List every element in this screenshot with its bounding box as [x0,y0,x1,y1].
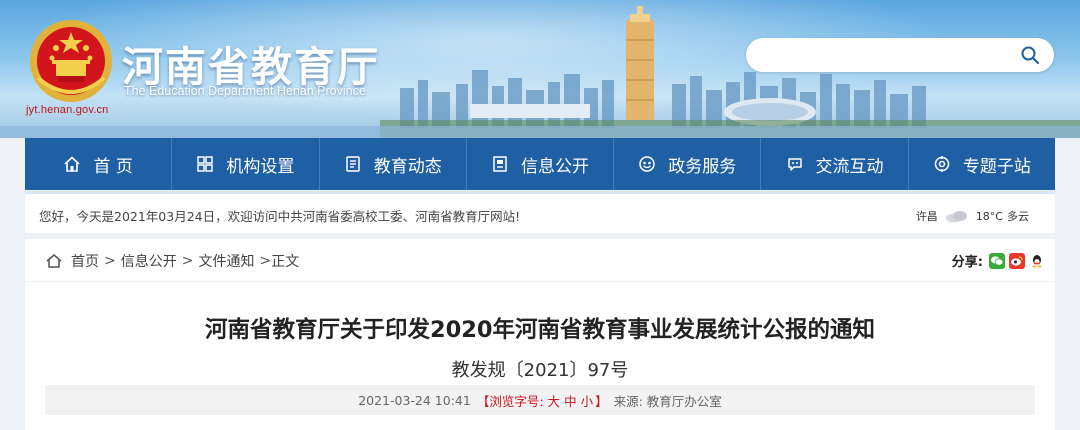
font-size-large-button[interactable]: 大 [548,391,561,410]
share-bar: 分享: [952,251,1045,270]
welcome-text: 您好，今天是2021年03月24日，欢迎访问中共河南省委高校工委、河南省教育厅网… [39,209,521,224]
article-title: 河南省教育厅关于印发2020年河南省教育事业发展统计公报的通知 [204,317,876,343]
search-input[interactable] [762,44,1002,66]
breadcrumb-link-notices[interactable]: 文件通知 [198,251,254,271]
nav-label: 政务服务 [668,156,737,177]
weibo-icon[interactable] [1009,252,1025,269]
nav-label: 信息公开 [520,156,589,177]
weather-temp: 18°C [975,209,1003,223]
breadcrumb-link-info[interactable]: 信息公开 [121,251,177,271]
nav-item-topics[interactable]: 专题子站 [909,138,1055,190]
nav-label: 机构设置 [226,156,295,177]
breadcrumb-current: 正文 [271,254,300,270]
nav-label: 教育动态 [373,156,442,177]
wechat-icon[interactable] [989,252,1005,269]
search-box[interactable] [746,38,1054,72]
main-nav: 首 页 机构设置 教育动态 信息公开 政务服务 交流互动 专题子站 [25,138,1055,190]
nav-label: 专题子站 [962,156,1031,177]
font-size-medium-button[interactable]: 中 [564,391,577,410]
font-size-label: 【浏览字号: [476,393,544,409]
qq-icon[interactable] [1029,252,1045,269]
nav-item-organization[interactable]: 机构设置 [172,138,320,190]
nav-label: 交流互动 [815,156,884,177]
grid-icon [197,156,214,172]
site-subtitle: The Education Department Henan Province [124,84,366,98]
home-icon [46,254,62,268]
header-banner: jyt.henan.gov.cn 河南省教育厅 The Education De… [0,0,1080,138]
site-url: jyt.henan.gov.cn [26,104,109,116]
breadcrumb-separator: > [181,253,194,269]
article-panel: 河南省教育厅关于印发2020年河南省教育事业发展统计公报的通知 教发规〔2021… [25,282,1055,430]
service-icon [639,156,656,172]
publish-date: 2021-03-24 10:41 [358,392,471,408]
nav-item-interaction[interactable]: 交流互动 [761,138,909,190]
home-icon [64,156,80,172]
topic-icon [934,156,950,172]
news-icon [345,156,360,172]
nav-item-news[interactable]: 教育动态 [320,138,467,190]
share-label: 分享: [951,255,983,270]
weather-city: 许昌 [915,210,938,223]
cloud-icon [945,211,967,223]
breadcrumb-link-home[interactable]: 首页 [71,251,99,271]
article-meta-bar: 2021-03-24 10:41 【浏览字号: 大 中 小 】 来源: 教育厅办… [45,385,1035,415]
national-emblem-logo [30,20,112,102]
weather-widget: 许昌 18°C 多云 [916,208,1029,224]
welcome-bar: 您好，今天是2021年03月24日，欢迎访问中共河南省委高校工委、河南省教育厅网… [25,191,1055,233]
nav-label: 首 页 [93,156,133,177]
nav-item-home[interactable]: 首 页 [25,138,173,190]
nav-item-info-disclosure[interactable]: 信息公开 [467,138,615,190]
chat-icon [787,158,802,171]
weather-desc: 多云 [1007,210,1029,223]
breadcrumb-separator: > [104,253,116,269]
breadcrumb-separator: > [259,253,272,269]
document-number: 教发规〔2021〕97号 [451,360,629,381]
breadcrumb: 首页 > 信息公开 > 文件通知 > 正文 [45,251,299,271]
nav-item-gov-service[interactable]: 政务服务 [614,138,762,190]
search-icon[interactable] [1020,45,1040,65]
breadcrumb-bar: 首页 > 信息公开 > 文件通知 > 正文 分享: [25,239,1055,281]
article-source: 来源: 教育厅办公室 [613,393,722,409]
font-size-bracket: 】 [595,393,608,409]
document-icon [493,156,507,172]
font-size-small-button[interactable]: 小 [581,391,594,410]
